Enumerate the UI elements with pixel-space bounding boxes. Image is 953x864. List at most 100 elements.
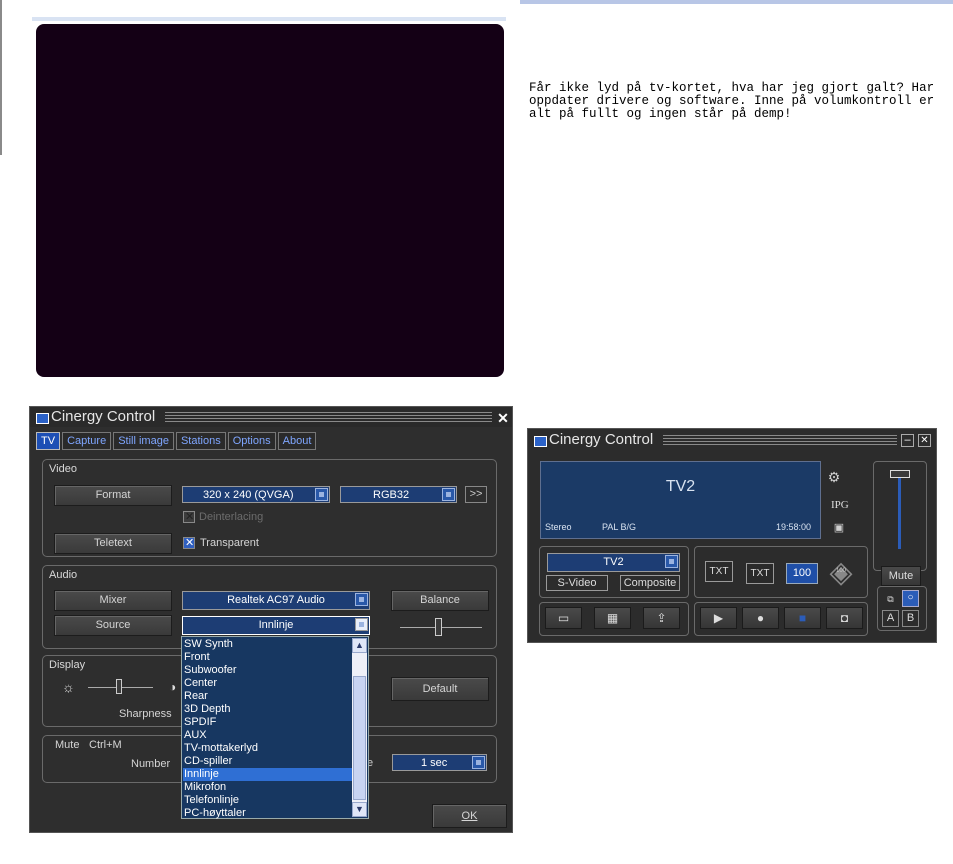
tab-about[interactable]: About — [277, 432, 317, 450]
tv-standard: PAL B/G — [602, 522, 637, 532]
chevron-down-icon — [355, 593, 368, 606]
dropdown-item[interactable]: 3D Depth — [183, 703, 353, 716]
chevron-down-icon — [472, 756, 485, 769]
dialog-close-button[interactable]: ✕ — [496, 411, 510, 425]
dropdown-item[interactable]: SW Synth — [183, 638, 353, 651]
cinergy-player-window: Cinergy Control – ✕ TV2 Stereo PAL B/G 1… — [527, 428, 937, 643]
dropdown-item[interactable]: Telefonlinje — [183, 794, 353, 807]
format-select[interactable]: 320 x 240 (QVGA) — [182, 486, 330, 503]
snapshot-icon[interactable]: ◘ — [826, 607, 863, 629]
chevron-down-icon — [355, 618, 368, 631]
audio-group-label: Audio — [49, 569, 78, 581]
volume-slider-track[interactable] — [898, 477, 901, 549]
mixer-select-value: Realtek AC97 Audio — [227, 594, 325, 606]
sharpness-label: Sharpness — [119, 708, 172, 720]
teletext-button[interactable]: TXT — [705, 561, 733, 582]
dialog-title: Cinergy Control — [51, 408, 156, 425]
scroll-up-icon[interactable]: ▲ — [352, 638, 367, 653]
tab-options[interactable]: Options — [227, 432, 276, 450]
svideo-button[interactable]: S-Video — [546, 575, 608, 591]
tab-capture[interactable]: Capture — [62, 432, 112, 450]
minimize-icon[interactable]: – — [901, 434, 914, 447]
brightness-icon: ☼ — [62, 679, 75, 695]
mute-label: Mute — [55, 739, 80, 751]
dialog-tabs: TV Capture Still image Stations Options … — [36, 432, 317, 450]
teletext-button[interactable]: Teletext — [54, 533, 172, 554]
balance-slider-thumb[interactable] — [435, 618, 442, 636]
titlebar-grip — [663, 435, 897, 446]
stop-icon[interactable]: ■ — [784, 607, 821, 629]
osd-duration-select[interactable]: 1 sec — [392, 754, 487, 771]
channel-select[interactable]: TV2 — [547, 553, 680, 572]
dropdown-item-selected[interactable]: Innlinje — [183, 768, 353, 781]
source-button[interactable]: Source — [54, 615, 172, 636]
mixer-button[interactable]: Mixer — [54, 590, 172, 611]
dropdown-item[interactable]: Center — [183, 677, 353, 690]
volume-slider-thumb[interactable] — [890, 470, 910, 478]
grid-icon[interactable]: ▦ — [594, 607, 631, 629]
transparent-label: Transparent — [200, 537, 259, 549]
tab-stations[interactable]: Stations — [175, 432, 226, 450]
osd-duration-value: 1 sec — [421, 757, 448, 769]
scroll-down-icon[interactable]: ▼ — [352, 802, 367, 817]
mono-icon[interactable]: ○ — [902, 590, 919, 607]
teletext-transparent-button[interactable]: TXT — [746, 563, 774, 584]
channel-select-value: TV2 — [603, 556, 624, 568]
deinterlacing-checkbox[interactable] — [183, 510, 195, 523]
satellite-icon[interactable]: ▣ — [829, 521, 849, 534]
chevron-down-icon — [442, 488, 455, 501]
deinterlacing-label: Deinterlacing — [199, 511, 264, 523]
page-top-strip — [520, 0, 953, 4]
record-icon[interactable]: ● — [742, 607, 779, 629]
b-button[interactable]: B — [902, 610, 919, 627]
mute-shortcut: Ctrl+M — [89, 739, 122, 751]
source-select[interactable]: Innlinje — [182, 616, 370, 635]
teletext-page-field[interactable]: 100 — [786, 563, 818, 584]
tab-tv[interactable]: TV — [36, 432, 61, 450]
color-format-select[interactable]: RGB32 — [340, 486, 457, 503]
scroll-thumb[interactable] — [353, 676, 366, 800]
chevron-down-icon — [665, 555, 678, 568]
tv-video-area — [36, 24, 504, 377]
source-select-value: Innlinje — [258, 619, 294, 631]
mute-button[interactable]: Mute — [881, 566, 921, 586]
play-icon[interactable]: ▶ — [700, 607, 737, 629]
video-group-label: Video — [49, 463, 77, 475]
format-button[interactable]: Format — [54, 485, 172, 506]
clock: 19:58:00 — [776, 522, 812, 532]
more-button[interactable]: >> — [465, 486, 487, 503]
export-icon[interactable]: ⇪ — [643, 607, 680, 629]
dropdown-item[interactable]: AUX — [183, 729, 353, 742]
video-frame-top — [32, 17, 506, 21]
ipg-button[interactable]: IPG — [831, 499, 849, 511]
dropdown-item[interactable]: SPDIF — [183, 716, 353, 729]
a-button[interactable]: A — [882, 610, 899, 627]
dialog-titlebar[interactable]: Cinergy Control ✕ — [30, 407, 512, 427]
dropdown-item[interactable]: CD-spiller — [183, 755, 353, 768]
stereo-icon[interactable]: ⧉ — [882, 591, 899, 607]
number-label: Number — [131, 758, 171, 770]
display-group-label: Display — [49, 659, 86, 671]
balance-button[interactable]: Balance — [391, 590, 489, 611]
dropdown-item[interactable]: Mikrofon — [183, 781, 353, 794]
titlebar-grip — [165, 412, 492, 423]
format-select-value: 320 x 240 (QVGA) — [203, 489, 294, 501]
brightness-slider-thumb[interactable] — [116, 679, 122, 694]
dropdown-item[interactable]: Rear — [183, 690, 353, 703]
display-default-button[interactable]: Default — [391, 677, 489, 701]
page-left-edge — [0, 0, 2, 155]
dropdown-item[interactable]: Subwoofer — [183, 664, 353, 677]
wrench-icon[interactable]: ⚙ — [824, 469, 844, 486]
transparent-checkbox[interactable] — [183, 536, 195, 549]
player-title: Cinergy Control — [549, 431, 654, 448]
mixer-select[interactable]: Realtek AC97 Audio — [182, 591, 370, 610]
dropdown-scrollbar[interactable]: ▲ ▼ — [352, 638, 367, 817]
dropdown-item[interactable]: Front — [183, 651, 353, 664]
tv-screen-icon[interactable]: ▭ — [545, 607, 582, 629]
dropdown-item[interactable]: PC-høyttaler — [183, 807, 353, 820]
dropdown-item[interactable]: TV-mottakerlyd — [183, 742, 353, 755]
close-icon[interactable]: ✕ — [918, 434, 931, 447]
ok-button[interactable]: OK — [432, 804, 507, 828]
tab-still-image[interactable]: Still image — [113, 432, 174, 450]
composite-button[interactable]: Composite — [620, 575, 680, 591]
